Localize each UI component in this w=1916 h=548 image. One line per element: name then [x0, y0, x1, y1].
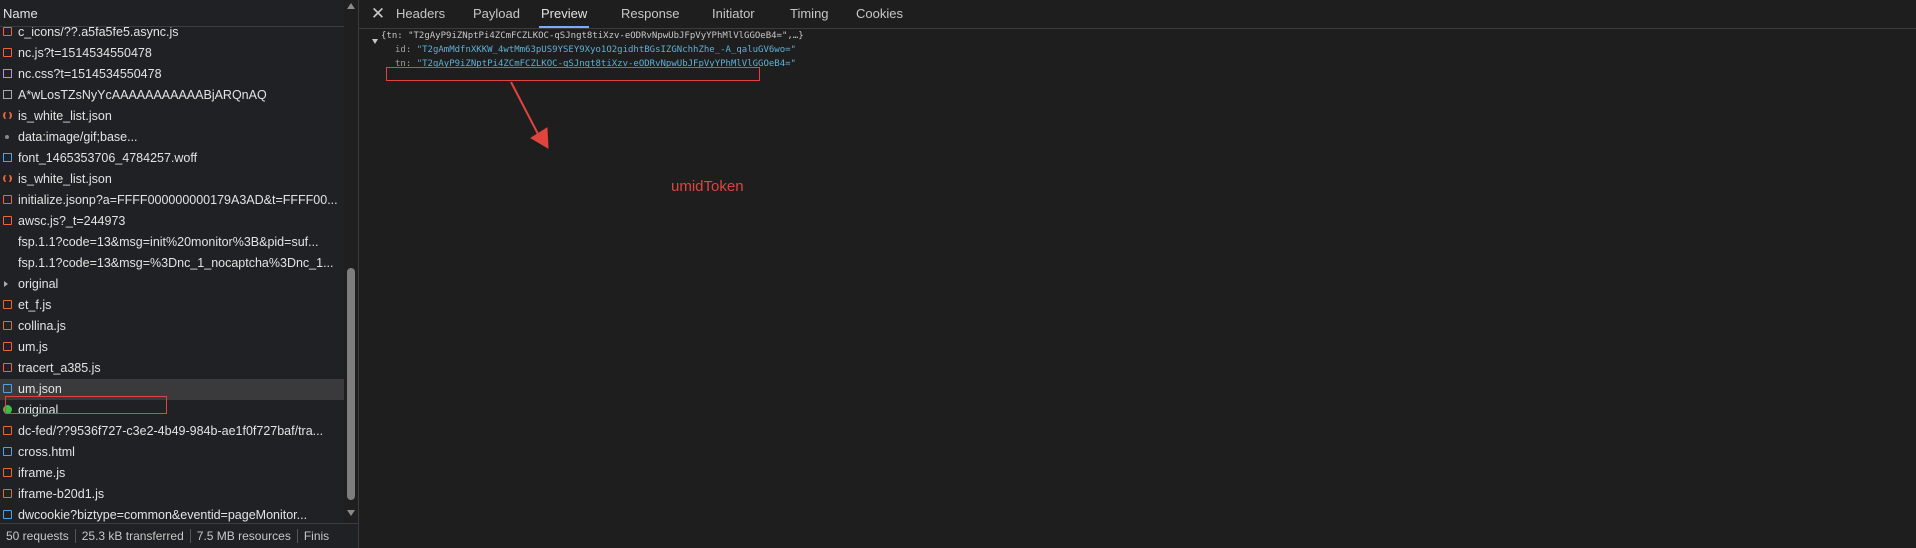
- json-root-summary[interactable]: {tn: "T2gAyP9iZNptPi4ZCmFCZLKOC-qSJngt8t…: [381, 31, 804, 41]
- request-row[interactable]: tracert_a385.js: [0, 358, 344, 379]
- js-file-icon: [3, 195, 12, 204]
- request-name: is_white_list.json: [18, 172, 112, 186]
- transferred-size: 25.3 kB transferred: [75, 529, 191, 543]
- close-icon[interactable]: ✕: [369, 5, 387, 23]
- request-name: um.js: [18, 340, 48, 354]
- tab-headers[interactable]: Headers: [396, 0, 445, 28]
- network-request-panel: Name c_icons/??.a5fa5fe5.async.js nc.js?t…: [0, 0, 358, 548]
- request-name: c_icons/??.a5fa5fe5.async.js: [18, 27, 179, 39]
- js-file-icon: [3, 48, 12, 57]
- request-name: A*wLosTZsNyYcAAAAAAAAAAABjARQnAQ: [18, 88, 267, 102]
- request-row[interactable]: font_1465353706_4784257.woff: [0, 148, 344, 169]
- font-file-icon: [3, 153, 12, 162]
- request-name: et_f.js: [18, 298, 52, 312]
- blank-icon: [3, 258, 12, 267]
- scrollbar-thumb[interactable]: [347, 268, 355, 500]
- tab-timing[interactable]: Timing: [790, 0, 829, 28]
- js-file-icon: [3, 489, 12, 498]
- request-row[interactable]: initialize.jsonp?a=FFFF000000000179A3AD&…: [0, 190, 344, 211]
- resources-size: 7.5 MB resources: [190, 529, 298, 543]
- scroll-down-icon[interactable]: [347, 510, 355, 516]
- annotation-highlight-box: [5, 396, 167, 414]
- request-name: cross.html: [18, 445, 75, 459]
- request-row[interactable]: fsp.1.1?code=13&msg=init%20monitor%3B&pi…: [0, 232, 344, 253]
- request-row[interactable]: is_white_list.json: [0, 106, 344, 127]
- document-icon: [3, 510, 12, 519]
- request-name: dwcookie?biztype=common&eventid=pageMoni…: [18, 508, 308, 522]
- request-name: dc-fed/??9536f727-c3e2-4b49-984b-ae1f0f7…: [18, 424, 324, 438]
- json-id-entry: id: "T2gAmMdfnXKKW_4wtMm63pUS9YSEY9Xyo1O…: [395, 45, 796, 55]
- js-file-icon: [3, 342, 12, 351]
- request-name: nc.css?t=1514534550478: [18, 67, 162, 81]
- js-file-icon: [3, 426, 12, 435]
- request-row[interactable]: nc.js?t=1514534550478: [0, 43, 344, 64]
- data-uri-icon: [5, 135, 9, 139]
- request-name: nc.js?t=1514534550478: [18, 46, 152, 60]
- js-file-icon: [3, 321, 12, 330]
- json-value-id: "T2gAmMdfnXKKW_4wtMm63pUS9YSEY9Xyo1O2gid…: [416, 45, 796, 55]
- document-icon: [3, 447, 12, 456]
- network-status-bar: 50 requests 25.3 kB transferred 7.5 MB res…: [0, 523, 358, 548]
- request-name: awsc.js?_t=244973: [18, 214, 126, 228]
- js-file-icon: [3, 216, 12, 225]
- redirect-arrow-icon: [4, 281, 8, 287]
- tab-initiator[interactable]: Initiator: [712, 0, 755, 28]
- request-name: iframe.js: [18, 466, 66, 480]
- request-name: data:image/gif;base...: [18, 130, 138, 144]
- js-file-icon: [3, 300, 12, 309]
- request-row[interactable]: dwcookie?biztype=common&eventid=pageMoni…: [0, 505, 344, 523]
- request-row[interactable]: iframe.js: [0, 463, 344, 484]
- request-name: tracert_a385.js: [18, 361, 101, 375]
- request-row[interactable]: dc-fed/??9536f727-c3e2-4b49-984b-ae1f0f7…: [0, 421, 344, 442]
- js-file-icon: [3, 27, 12, 36]
- tab-cookies[interactable]: Cookies: [856, 0, 903, 28]
- request-row[interactable]: data:image/gif;base...: [0, 127, 344, 148]
- request-row[interactable]: fsp.1.1?code=13&msg=%3Dnc_1_nocaptcha%3D…: [0, 253, 344, 274]
- js-file-icon: [3, 468, 12, 477]
- js-file-icon: [3, 363, 12, 372]
- json-file-icon: [3, 111, 12, 120]
- request-name: is_white_list.json: [18, 109, 112, 123]
- request-row[interactable]: original: [0, 274, 344, 295]
- blank-icon: [3, 237, 12, 246]
- request-row[interactable]: collina.js: [0, 316, 344, 337]
- request-row[interactable]: is_white_list.json: [0, 169, 344, 190]
- request-name: iframe-b20d1.js: [18, 487, 105, 501]
- request-row[interactable]: c_icons/??.a5fa5fe5.async.js: [0, 27, 344, 43]
- request-name: fsp.1.1?code=13&msg=init%20monitor%3B&pi…: [18, 235, 319, 249]
- annotation-highlight-box: [386, 67, 760, 81]
- request-row[interactable]: iframe-b20d1.js: [0, 484, 344, 505]
- request-detail-panel: ✕ Headers Payload Preview Response Initi…: [359, 0, 1916, 548]
- tab-response[interactable]: Response: [621, 0, 680, 28]
- request-row[interactable]: cross.html: [0, 442, 344, 463]
- request-count: 50 requests: [0, 529, 76, 543]
- request-row[interactable]: awsc.js?_t=244973: [0, 211, 344, 232]
- tab-preview[interactable]: Preview: [539, 0, 590, 28]
- request-list: c_icons/??.a5fa5fe5.async.js nc.js?t=1514…: [0, 27, 344, 523]
- request-name: collina.js: [18, 319, 66, 333]
- scroll-up-icon[interactable]: [347, 3, 355, 9]
- json-key-id: id:: [395, 45, 412, 55]
- request-name: initialize.jsonp?a=FFFF000000000179A3AD&…: [18, 193, 338, 207]
- request-row[interactable]: et_f.js: [0, 295, 344, 316]
- request-row[interactable]: nc.css?t=1514534550478: [0, 64, 344, 85]
- json-file-icon: [3, 174, 12, 183]
- detail-tab-bar: ✕ Headers Payload Preview Response Initi…: [359, 0, 1916, 29]
- request-name: original: [18, 277, 59, 291]
- expand-triangle-icon[interactable]: [372, 39, 378, 44]
- image-file-icon: [3, 90, 12, 99]
- finish-time: Finis: [303, 529, 330, 543]
- document-icon: [3, 384, 12, 393]
- json-preview: {tn: "T2gAyP9iZNptPi4ZCmFCZLKOC-qSJngt8t…: [359, 29, 1916, 548]
- annotation-label: umidToken: [671, 178, 744, 195]
- css-file-icon: [3, 69, 12, 78]
- request-row[interactable]: A*wLosTZsNyYcAAAAAAAAAAABjARQnAQ: [0, 85, 344, 106]
- request-name: font_1465353706_4784257.woff: [18, 151, 198, 165]
- request-list-scrollbar[interactable]: [344, 0, 358, 523]
- name-column-header[interactable]: Name: [0, 0, 344, 27]
- tab-payload[interactable]: Payload: [473, 0, 520, 28]
- request-name: fsp.1.1?code=13&msg=%3Dnc_1_nocaptcha%3D…: [18, 256, 334, 270]
- request-row[interactable]: um.js: [0, 337, 344, 358]
